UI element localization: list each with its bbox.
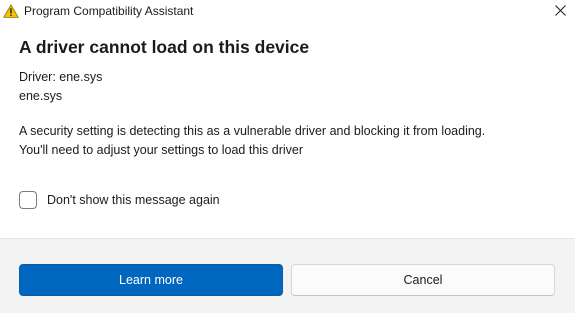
dialog-footer: Learn more Cancel <box>0 238 575 313</box>
message-line-2: You'll need to adjust your settings to l… <box>19 143 304 157</box>
driver-file: ene.sys <box>19 89 63 103</box>
dont-show-again-checkbox[interactable] <box>19 191 37 209</box>
message-line-1: A security setting is detecting this as … <box>19 124 486 138</box>
close-button[interactable] <box>545 0 575 24</box>
dont-show-again-label[interactable]: Don't show this message again <box>47 193 220 207</box>
learn-more-button[interactable]: Learn more <box>19 264 283 296</box>
cancel-button[interactable]: Cancel <box>291 264 555 296</box>
dialog-heading: A driver cannot load on this device <box>19 37 310 57</box>
dont-show-again-row[interactable]: Don't show this message again <box>19 191 220 209</box>
warning-icon <box>3 4 19 18</box>
driver-label: Driver: ene.sys <box>19 70 103 84</box>
title-bar: Program Compatibility Assistant <box>0 0 575 24</box>
window-title: Program Compatibility Assistant <box>24 4 194 18</box>
close-icon <box>554 3 566 21</box>
dialog-window: Program Compatibility Assistant A driver… <box>0 0 575 313</box>
